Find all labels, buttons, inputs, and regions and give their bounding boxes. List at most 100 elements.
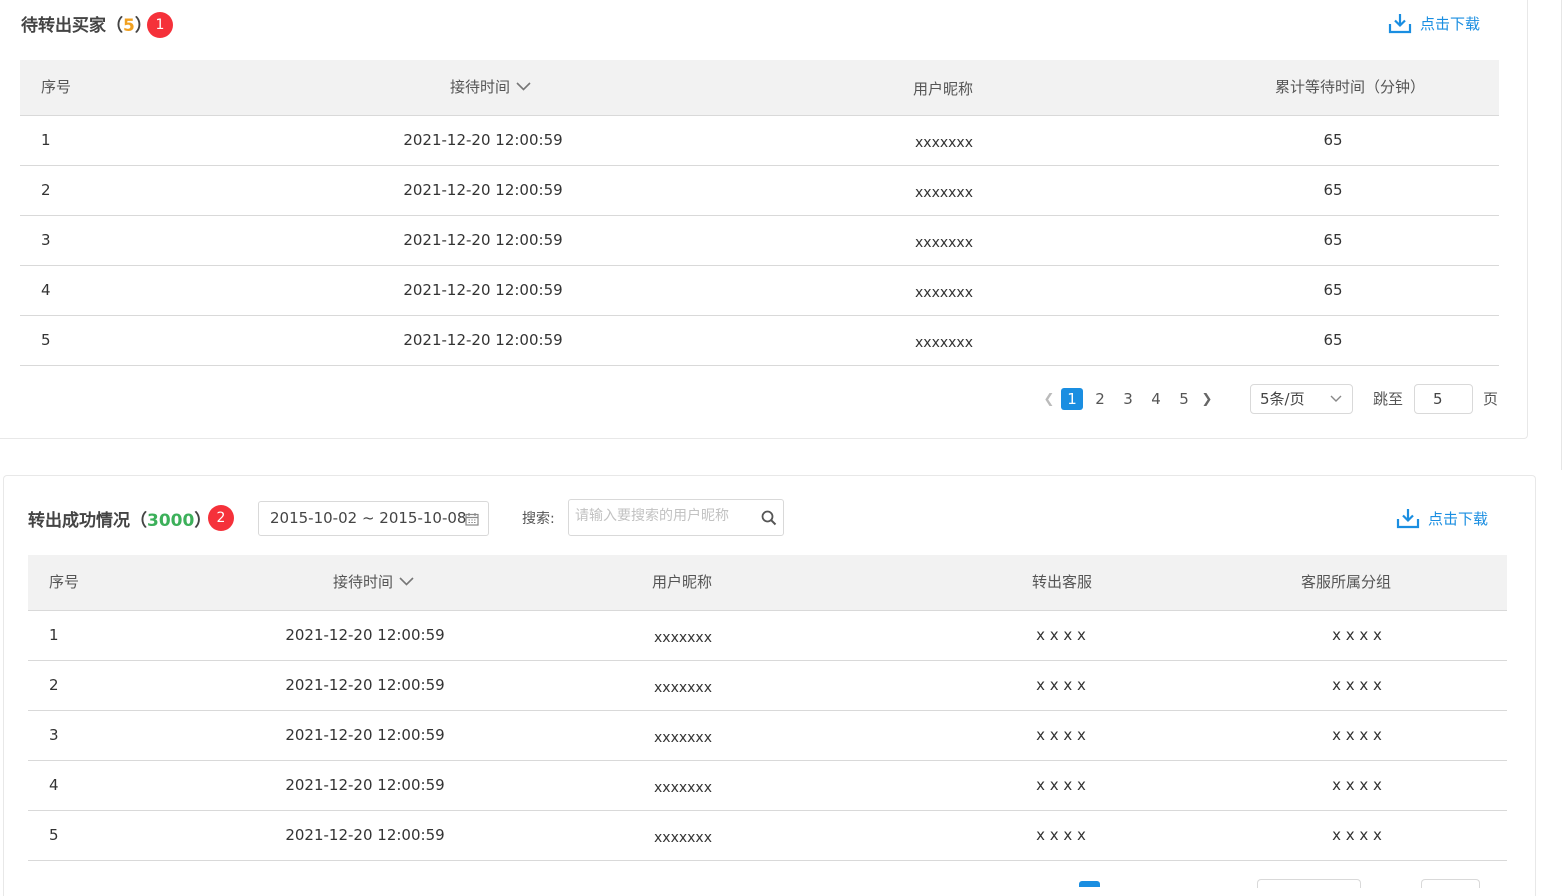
- pending-badge: 1: [147, 12, 173, 38]
- cell-reception-time: 2021-12-20 12:00:59: [403, 131, 563, 149]
- transfer-count: 3000: [147, 511, 195, 531]
- cell-agent-group: x x x x: [1332, 676, 1382, 694]
- page-1-button[interactable]: 1: [1061, 388, 1083, 410]
- col-header-wait-time: 累计等待时间（分钟）: [1274, 78, 1426, 96]
- cell-wait-time: 65: [1323, 181, 1343, 199]
- download-icon: [1396, 509, 1420, 529]
- page-3-button[interactable]: 3: [1117, 388, 1139, 410]
- pending-download-label: 点击下载: [1420, 14, 1481, 33]
- cell-nickname: xxxxxxx: [654, 680, 712, 696]
- page-suffix-label: 页: [1483, 390, 1499, 408]
- cell-reception-time: 2021-12-20 12:00:59: [403, 181, 563, 199]
- cell-transfer-agent: x x x x: [1036, 626, 1086, 644]
- page-1-button[interactable]: [1079, 881, 1100, 887]
- cell-index: 1: [49, 626, 59, 644]
- prev-page-icon[interactable]: ❮: [1040, 392, 1058, 407]
- cell-index: 4: [49, 776, 59, 794]
- table-row: 4 2021-12-20 12:00:59 xxxxxxx 65: [20, 266, 1499, 316]
- download-icon: [1388, 14, 1412, 34]
- cell-agent-group: x x x x: [1332, 776, 1382, 794]
- cell-nickname: xxxxxxx: [915, 135, 973, 151]
- col-header-reception-time[interactable]: 接待时间: [450, 60, 531, 115]
- cell-index: 4: [41, 281, 51, 299]
- page-size-select[interactable]: 5条/页: [1250, 384, 1353, 414]
- cell-nickname: xxxxxxx: [654, 830, 712, 846]
- chevron-down-icon: [399, 554, 414, 609]
- next-page-icon[interactable]: ❯: [1198, 392, 1216, 407]
- cell-wait-time: 65: [1323, 331, 1343, 349]
- cell-index: 2: [49, 676, 59, 694]
- table-row: 2 2021-12-20 12:00:59 xxxxxxx x x x x x x x …: [28, 661, 1507, 711]
- cell-reception-time: 2021-12-20 12:00:59: [285, 726, 445, 744]
- pending-download-button[interactable]: 点击下载: [1388, 12, 1480, 34]
- cell-transfer-agent: x x x x: [1036, 776, 1086, 794]
- table-row: 3 2021-12-20 12:00:59 xxxxxxx 65: [20, 216, 1499, 266]
- cell-nickname: xxxxxxx: [654, 780, 712, 796]
- table-row: 1 2021-12-20 12:00:59 xxxxxxx 65: [20, 116, 1499, 166]
- page-4-button[interactable]: 4: [1145, 388, 1167, 410]
- cell-wait-time: 65: [1323, 231, 1343, 249]
- col-header-agent-group: 客服所属分组: [1300, 573, 1392, 591]
- cell-nickname: xxxxxxx: [915, 185, 973, 201]
- transfer-title-text: 转出成功情况: [28, 511, 130, 531]
- pending-pagination: ❮ 1 2 3 4 5 ❯: [1040, 384, 1216, 414]
- search-icon[interactable]: [761, 510, 777, 526]
- cell-reception-time: 2021-12-20 12:00:59: [403, 331, 563, 349]
- table-row: 4 2021-12-20 12:00:59 xxxxxxx x x x x x x x …: [28, 761, 1507, 811]
- cell-nickname: xxxxxxx: [654, 630, 712, 646]
- cell-transfer-agent: x x x x: [1036, 676, 1086, 694]
- cell-transfer-agent: x x x x: [1036, 826, 1086, 844]
- cell-index: 3: [41, 231, 51, 249]
- cell-index: 5: [41, 331, 51, 349]
- cell-reception-time: 2021-12-20 12:00:59: [403, 231, 563, 249]
- col-header-index: 序号: [49, 573, 80, 591]
- page-2-button[interactable]: 2: [1089, 388, 1111, 410]
- cell-agent-group: x x x x: [1332, 626, 1382, 644]
- search-input[interactable]: [573, 507, 757, 525]
- table-row: 2 2021-12-20 12:00:59 xxxxxxx 65: [20, 166, 1499, 216]
- cell-nickname: xxxxxxx: [915, 335, 973, 351]
- transfer-download-button[interactable]: 点击下载: [1396, 507, 1488, 529]
- cell-nickname: xxxxxxx: [915, 235, 973, 251]
- col-header-reception-time[interactable]: 接待时间: [333, 555, 414, 610]
- cell-transfer-agent: x x x x: [1036, 726, 1086, 744]
- cell-reception-time: 2021-12-20 12:00:59: [285, 776, 445, 794]
- table-row: 1 2021-12-20 12:00:59 xxxxxxx x x x x x x x …: [28, 611, 1507, 661]
- cell-index: 5: [49, 826, 59, 844]
- col-header-nickname: 用户昵称: [912, 80, 974, 98]
- cell-reception-time: 2021-12-20 12:00:59: [285, 826, 445, 844]
- cell-reception-time: 2021-12-20 12:00:59: [285, 676, 445, 694]
- chevron-down-icon: [1330, 395, 1342, 402]
- transfer-table-header: 序号 接待时间 用户昵称 转出客服 客服所属分组: [28, 555, 1507, 611]
- search-field[interactable]: [568, 499, 784, 536]
- search-label: 搜索:: [522, 511, 555, 527]
- cell-nickname: xxxxxxx: [915, 285, 973, 301]
- cell-index: 3: [49, 726, 59, 744]
- cell-wait-time: 65: [1323, 131, 1343, 149]
- cell-index: 1: [41, 131, 51, 149]
- table-row: 3 2021-12-20 12:00:59 xxxxxxx x x x x x x x …: [28, 711, 1507, 761]
- pending-buyers-title: 待转出买家（5）: [21, 16, 152, 36]
- calendar-icon: [465, 513, 479, 526]
- col-header-index: 序号: [41, 78, 72, 96]
- jump-to-page-input[interactable]: [1421, 879, 1480, 888]
- cell-reception-time: 2021-12-20 12:00:59: [403, 281, 563, 299]
- date-range-picker[interactable]: 2015-10-02 ~ 2015-10-08: [258, 501, 489, 536]
- col-header-reception-time-label: 接待时间: [333, 573, 394, 591]
- chevron-down-icon: [516, 59, 531, 114]
- cell-nickname: xxxxxxx: [654, 730, 712, 746]
- jump-to-label: 跳至: [1373, 390, 1404, 408]
- jump-to-page-input[interactable]: 5: [1414, 384, 1473, 414]
- transfer-success-title: 转出成功情况（3000）: [28, 511, 212, 531]
- pending-table-header: 序号 接待时间 用户昵称 累计等待时间（分钟）: [20, 60, 1499, 116]
- pending-count: 5: [123, 16, 135, 36]
- col-header-reception-time-label: 接待时间: [450, 78, 511, 96]
- cell-reception-time: 2021-12-20 12:00:59: [285, 626, 445, 644]
- page-5-button[interactable]: 5: [1173, 388, 1195, 410]
- page-size-value: 5条/页: [1260, 390, 1305, 408]
- page-size-select[interactable]: [1257, 879, 1361, 888]
- cell-wait-time: 65: [1323, 281, 1343, 299]
- transfer-download-label: 点击下载: [1428, 509, 1489, 528]
- cell-index: 2: [41, 181, 51, 199]
- jump-to-page-value: 5: [1433, 390, 1443, 408]
